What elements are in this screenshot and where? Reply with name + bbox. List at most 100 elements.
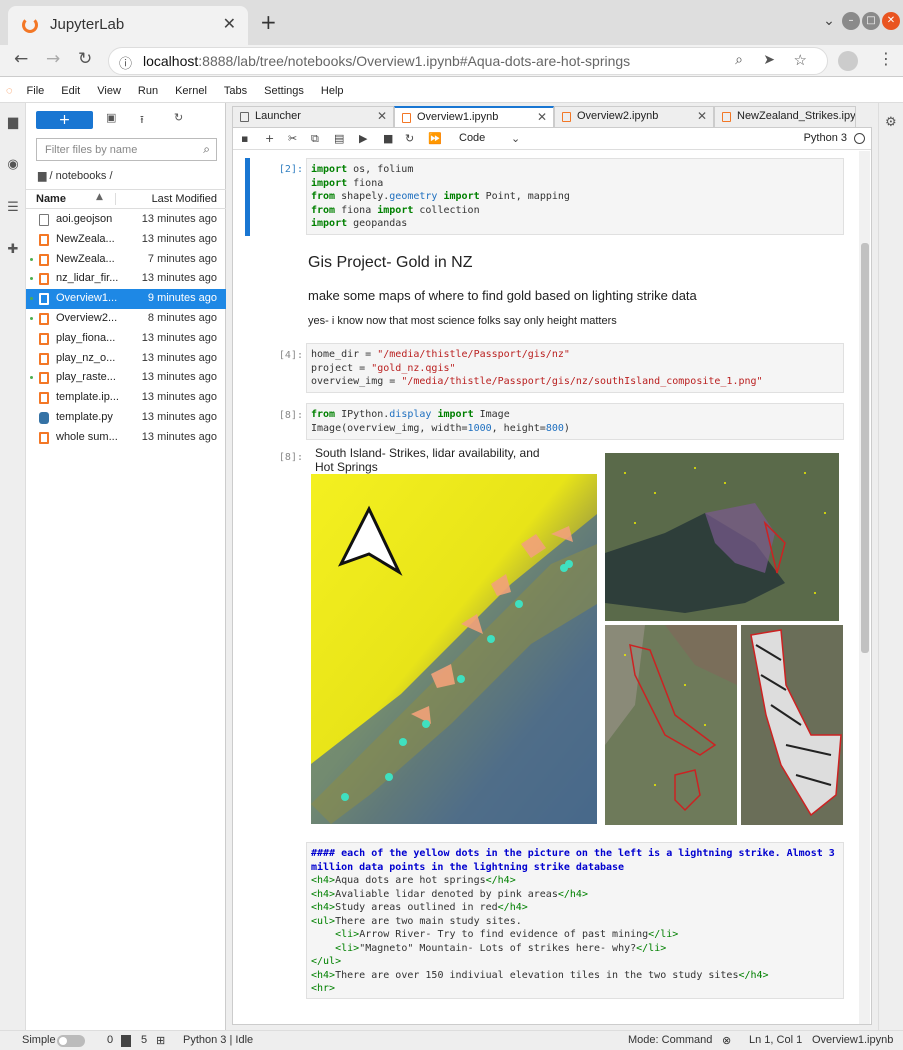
tab-launcher[interactable]: Launcher ✕	[232, 106, 394, 127]
run-icon[interactable]: ▶	[359, 132, 367, 145]
file-row[interactable]: NewZeala... 7 minutes ago	[26, 250, 226, 270]
tab-overview1[interactable]: Overview1.ipynb ✕	[394, 106, 554, 127]
markdown-source-cell[interactable]: #### each of the yellow dots in the pict…	[306, 842, 844, 999]
launcher-tab-icon	[240, 112, 249, 122]
file-row[interactable]: nz_lidar_fir... 13 minutes ago	[26, 269, 226, 289]
browser-menu-icon[interactable]: ⋮	[878, 49, 894, 68]
file-name: play_raste...	[56, 371, 116, 384]
menu-tabs[interactable]: Tabs	[224, 79, 247, 103]
stop-icon[interactable]: ■	[383, 132, 393, 145]
file-row[interactable]: aoi.geojson 13 minutes ago	[26, 210, 226, 230]
file-row[interactable]: play_raste... 13 minutes ago	[26, 368, 226, 388]
send-icon[interactable]: ➤	[763, 52, 775, 68]
close-tab-icon[interactable]: ✕	[377, 109, 387, 123]
menu-file[interactable]: File	[27, 79, 45, 103]
running-indicator-icon	[30, 376, 33, 380]
folder-icon[interactable]: ▆	[5, 115, 21, 131]
file-name: play_fiona...	[56, 331, 116, 344]
url-input[interactable]: ⓘ localhost:8888/lab/tree/notebooks/Over…	[108, 47, 828, 75]
filter-files-input[interactable]: Filter files by name ⌕	[36, 138, 217, 161]
file-name: template.ip...	[56, 391, 118, 404]
upload-icon[interactable]: ⭱	[140, 111, 144, 130]
property-inspector-gear-icon[interactable]: ⚙	[885, 115, 897, 130]
file-row[interactable]: whole sum... 13 minutes ago	[26, 428, 226, 448]
url-host: localhost	[143, 53, 199, 69]
file-modified: 13 minutes ago	[141, 391, 217, 404]
notebook-file-icon	[39, 332, 49, 345]
close-tab-icon[interactable]: ✕	[537, 110, 547, 124]
cell-type-select[interactable]: Code	[459, 132, 485, 144]
chevron-down-icon[interactable]: ⌄	[820, 12, 838, 30]
menu-settings[interactable]: Settings	[264, 79, 304, 103]
file-modified: 13 minutes ago	[141, 351, 217, 364]
minimize-button[interactable]: –	[842, 12, 860, 30]
active-cell-bar	[245, 158, 250, 236]
info-icon[interactable]: ⓘ	[119, 53, 132, 72]
reload-icon[interactable]: ↻	[78, 49, 92, 69]
notebook-file-icon	[39, 372, 49, 385]
restart-icon[interactable]: ↻	[405, 132, 414, 145]
file-name: NewZeala...	[56, 252, 115, 265]
back-icon[interactable]: ←	[14, 49, 28, 69]
running-indicator-icon	[30, 257, 33, 261]
menu-help[interactable]: Help	[321, 79, 344, 103]
menu-kernel[interactable]: Kernel	[175, 79, 207, 103]
insert-cell-icon[interactable]: +	[265, 132, 274, 145]
file-row[interactable]: NewZeala... 13 minutes ago	[26, 230, 226, 250]
new-folder-icon[interactable]: ▣	[106, 111, 116, 124]
file-row[interactable]: Overview2... 8 minutes ago	[26, 309, 226, 329]
commands-list-icon[interactable]: ☰	[5, 200, 21, 216]
close-tab-icon[interactable]: ✕	[697, 109, 707, 123]
menu-view[interactable]: View	[97, 79, 121, 103]
browser-tab[interactable]: JupyterLab ✕	[8, 6, 248, 45]
simple-mode-toggle[interactable]	[57, 1035, 85, 1047]
breadcrumb[interactable]: ▆ / notebooks /	[38, 169, 113, 182]
code-cell-imports[interactable]: import os, folium import fiona from shap…	[306, 158, 844, 235]
new-tab-button[interactable]: +	[260, 10, 277, 34]
code-cell-paths[interactable]: home_dir = "/media/thistle/Passport/gis/…	[306, 343, 844, 393]
file-row[interactable]: play_nz_o... 13 minutes ago	[26, 349, 226, 369]
file-row[interactable]: template.ip... 13 minutes ago	[26, 388, 226, 408]
running-kernels-icon[interactable]: ◉	[5, 157, 21, 173]
menu-run[interactable]: Run	[138, 79, 158, 103]
file-row[interactable]: template.py 13 minutes ago	[26, 408, 226, 428]
right-sidebar-rail: ⚙	[878, 103, 903, 1030]
cell-prompt: [2]:	[278, 164, 303, 175]
strike-map-image	[311, 474, 597, 824]
paste-icon[interactable]: ▤	[334, 132, 344, 145]
tab-newzealand-strikes[interactable]: NewZealand_Strikes.ipynb	[714, 106, 856, 127]
file-row[interactable]: play_fiona... 13 minutes ago	[26, 329, 226, 349]
browser-titlebar: JupyterLab ✕ + ⌄ – □ ✕	[0, 0, 903, 45]
close-tab-icon[interactable]: ✕	[223, 14, 236, 33]
tab-overview2[interactable]: Overview2.ipynb ✕	[554, 106, 714, 127]
markdown-subtitle: make some maps of where to find gold bas…	[308, 288, 697, 303]
status-bar: Simple 0 5 ⊞ Python 3 | Idle Mode: Comma…	[0, 1030, 903, 1050]
forward-icon[interactable]: →	[46, 49, 60, 69]
file-row[interactable]: Overview1... 9 minutes ago	[26, 289, 226, 310]
profile-avatar-icon[interactable]	[838, 51, 858, 71]
kernel-status-text[interactable]: Python 3 | Idle	[183, 1034, 253, 1046]
maximize-button[interactable]: □	[862, 12, 880, 30]
save-icon[interactable]: ▪	[241, 132, 248, 145]
kernel-name[interactable]: Python 3	[804, 132, 847, 144]
bookmark-star-icon[interactable]: ☆	[794, 51, 807, 69]
name-column-header[interactable]: Name	[36, 193, 66, 205]
cut-icon[interactable]: ✂	[288, 132, 297, 145]
refresh-icon[interactable]: ↻	[174, 111, 183, 124]
modified-column-header[interactable]: Last Modified	[114, 193, 217, 205]
main-dock-area: Launcher ✕ Overview1.ipynb ✕ Overview2.i…	[226, 103, 878, 1030]
fast-forward-icon[interactable]: ⏩	[428, 132, 442, 145]
menu-edit[interactable]: Edit	[61, 79, 80, 103]
new-launcher-button[interactable]: +	[36, 111, 93, 129]
zoom-search-icon[interactable]: ⌕	[735, 52, 743, 68]
code-cell-display[interactable]: from IPython.display import Image Image(…	[306, 403, 844, 440]
scrollbar-thumb[interactable]	[861, 243, 869, 653]
close-window-button[interactable]: ✕	[882, 12, 900, 30]
extensions-puzzle-icon[interactable]: ✚	[5, 242, 21, 258]
running-indicator-icon	[30, 277, 33, 281]
copy-icon[interactable]: ⧉	[311, 132, 319, 146]
chevron-down-icon[interactable]: ⌄	[511, 132, 520, 145]
file-name: aoi.geojson	[56, 213, 113, 225]
cursor-position[interactable]: Ln 1, Col 1	[749, 1034, 802, 1046]
terminal-count: 0	[107, 1034, 114, 1046]
